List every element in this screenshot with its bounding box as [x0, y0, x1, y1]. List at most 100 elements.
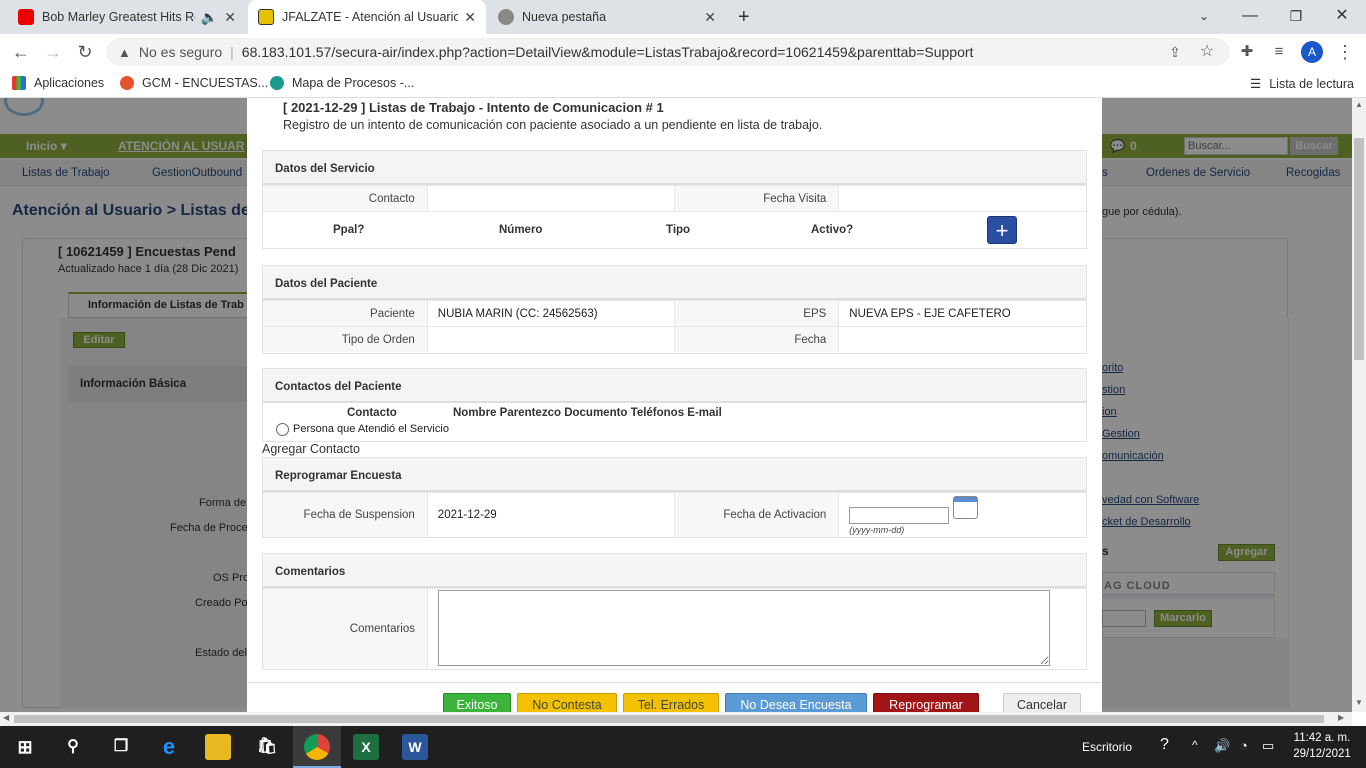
back-icon[interactable]: ←	[8, 40, 34, 64]
col-ppal: Ppal?	[333, 224, 365, 236]
reading-list[interactable]: ☰ Lista de lectura	[1250, 76, 1354, 92]
close-tab-icon[interactable]: ✕	[224, 9, 236, 26]
col-numero: Número	[499, 224, 543, 236]
tab-youtube[interactable]: Bob Marley Greatest Hits Re 🔈 ✕	[8, 0, 246, 34]
bookmark-label: Mapa de Procesos -...	[292, 76, 415, 90]
horizontal-scroll-thumb[interactable]	[14, 715, 1324, 723]
suspension-label: Fecha de Suspension	[263, 493, 428, 537]
reload-icon[interactable]: ↻	[72, 40, 98, 64]
task-view-icon[interactable]: ❒	[108, 734, 134, 760]
divider: |	[230, 44, 234, 60]
media-icon[interactable]: ≡	[1266, 40, 1292, 64]
comentarios-textarea[interactable]	[438, 590, 1050, 666]
new-tab-button[interactable]: +	[738, 6, 750, 29]
scroll-up-icon[interactable]: ▲	[1355, 100, 1363, 109]
no-contesta-button[interactable]: No Contesta	[517, 693, 617, 712]
apps-icon	[12, 76, 26, 90]
eps-value: NUEVA EPS - EJE CAFETERO	[849, 307, 1011, 320]
section-reprogramar: Reprogramar Encuesta Fecha de Suspension…	[262, 457, 1087, 538]
section-contactos: Contactos del Paciente Contacto Nombre P…	[262, 368, 1087, 442]
activacion-label: Fecha de Activacion	[674, 493, 840, 537]
forward-icon[interactable]: →	[40, 40, 66, 64]
scroll-right-icon[interactable]: ▶	[1338, 713, 1344, 722]
desktop-label[interactable]: Escritorio	[1082, 740, 1132, 754]
persona-radio-label: Persona que Atendió el Servicio	[293, 423, 449, 435]
browser-toolbar: ← → ↻ ▲ No es seguro | 68.183.101.57/sec…	[0, 34, 1366, 70]
word-icon[interactable]: W	[402, 734, 428, 760]
bookmark-star-icon[interactable]: ☆	[1194, 40, 1220, 64]
exitoso-button[interactable]: Exitoso	[443, 693, 511, 712]
reprogramar-button[interactable]: Reprogramar	[873, 693, 979, 712]
windows-taskbar: ⊞ ⚲ ❒ e 🛍 X W Escritorio ? ^ 🔊 ◔ ▭ 11:42…	[0, 726, 1366, 768]
site-favicon-icon	[258, 9, 274, 25]
tab-title: Bob Marley Greatest Hits Re	[42, 10, 195, 24]
tel-errados-button[interactable]: Tel. Errados	[623, 693, 719, 712]
persona-radio[interactable]	[276, 423, 289, 436]
section-comentarios: Comentarios Comentarios	[262, 553, 1087, 670]
search-icon[interactable]: ⚲	[60, 734, 86, 760]
vertical-scrollbar[interactable]: ▲ ▼	[1352, 98, 1366, 712]
youtube-icon	[18, 9, 34, 25]
contacto-label: Contacto	[263, 186, 428, 211]
restore-icon[interactable]: ❐	[1276, 4, 1316, 28]
extensions-icon[interactable]: ✚	[1234, 40, 1260, 64]
horizontal-scrollbar[interactable]: ◀ ▶	[0, 712, 1352, 726]
bookmark-gcm[interactable]: GCM - ENCUESTAS...	[120, 76, 268, 90]
speaker-icon[interactable]: 🔈	[201, 9, 218, 26]
windows-start-icon[interactable]: ⊞	[12, 734, 38, 760]
scroll-left-icon[interactable]: ◀	[3, 713, 9, 722]
close-tab-icon[interactable]: ✕	[464, 9, 476, 26]
avatar[interactable]: A	[1301, 41, 1323, 63]
tab-nueva[interactable]: Nueva pestaña ✕	[488, 0, 726, 34]
bookmarks-bar: Aplicaciones GCM - ENCUESTAS... Mapa de …	[0, 70, 1366, 98]
bookmark-apps[interactable]: Aplicaciones	[12, 76, 104, 90]
col-tipo: Tipo	[666, 224, 691, 236]
edge-icon[interactable]: e	[156, 734, 182, 760]
wifi-icon[interactable]: ◔	[1240, 738, 1248, 753]
col-contacto: Contacto	[347, 407, 397, 419]
section-servicio: Datos del Servicio Contacto Fecha Visita…	[262, 150, 1087, 249]
bookmark-mapa[interactable]: Mapa de Procesos -...	[270, 76, 414, 90]
security-label[interactable]: No es seguro	[139, 44, 222, 60]
share-icon[interactable]: ⇪	[1162, 40, 1188, 64]
bookmark-label: Aplicaciones	[34, 76, 105, 90]
ime-icon[interactable]: ▭	[1262, 738, 1274, 754]
no-desea-button[interactable]: No Desea Encuesta	[725, 693, 867, 712]
chevron-up-icon[interactable]: ^	[1192, 738, 1198, 752]
section-header: Reprogramar Encuesta	[263, 458, 1086, 492]
comentarios-label: Comentarios	[263, 589, 428, 669]
help-icon[interactable]: ?	[1160, 736, 1169, 754]
minimize-icon[interactable]: —	[1230, 4, 1270, 28]
reading-list-icon: ☰	[1250, 77, 1262, 91]
section-paciente: Datos del Paciente Paciente NUBIA MARIN …	[262, 265, 1087, 354]
calendar-icon[interactable]	[953, 496, 979, 519]
close-tab-icon[interactable]: ✕	[704, 9, 716, 26]
reading-list-label: Lista de lectura	[1269, 76, 1354, 91]
section-header: Datos del Servicio	[263, 151, 1086, 185]
clock-date[interactable]: 29/12/2021	[1292, 748, 1352, 760]
tab-title: Nueva pestaña	[522, 10, 607, 24]
close-window-icon[interactable]: ✕	[1322, 4, 1362, 28]
cancelar-button[interactable]: Cancelar	[1003, 693, 1081, 712]
menu-icon[interactable]: ⋮	[1332, 40, 1358, 64]
clock-time[interactable]: 11:42 a. m.	[1292, 732, 1352, 744]
activacion-date-input[interactable]	[849, 507, 950, 524]
tab-search-icon[interactable]: ⌄	[1184, 4, 1224, 28]
add-phone-button[interactable]: +	[987, 216, 1017, 244]
excel-icon[interactable]: X	[353, 734, 379, 760]
modal-divider	[247, 682, 1102, 683]
scroll-down-icon[interactable]: ▼	[1355, 698, 1363, 707]
add-contact-link[interactable]: Agregar Contacto	[262, 442, 360, 456]
speaker-icon[interactable]: 🔊	[1214, 738, 1230, 754]
gcm-icon	[120, 76, 134, 90]
store-icon[interactable]: 🛍	[254, 734, 280, 760]
url-text[interactable]: 68.183.101.57/secura-air/index.php?actio…	[242, 44, 974, 60]
col-activo: Activo?	[811, 224, 854, 236]
modal-description: Registro de un intento de comunicación c…	[283, 118, 823, 132]
tab-jfalzate[interactable]: JFALZATE - Atención al Usuario - ✕	[248, 0, 486, 34]
vertical-scroll-thumb[interactable]	[1354, 138, 1364, 360]
file-explorer-icon[interactable]	[205, 734, 231, 760]
sharepoint-icon	[270, 76, 284, 90]
address-bar[interactable]: ▲ No es seguro | 68.183.101.57/secura-ai…	[106, 38, 1230, 66]
modal-title: [ 2021-12-29 ] Listas de Trabajo - Inten…	[283, 100, 664, 115]
